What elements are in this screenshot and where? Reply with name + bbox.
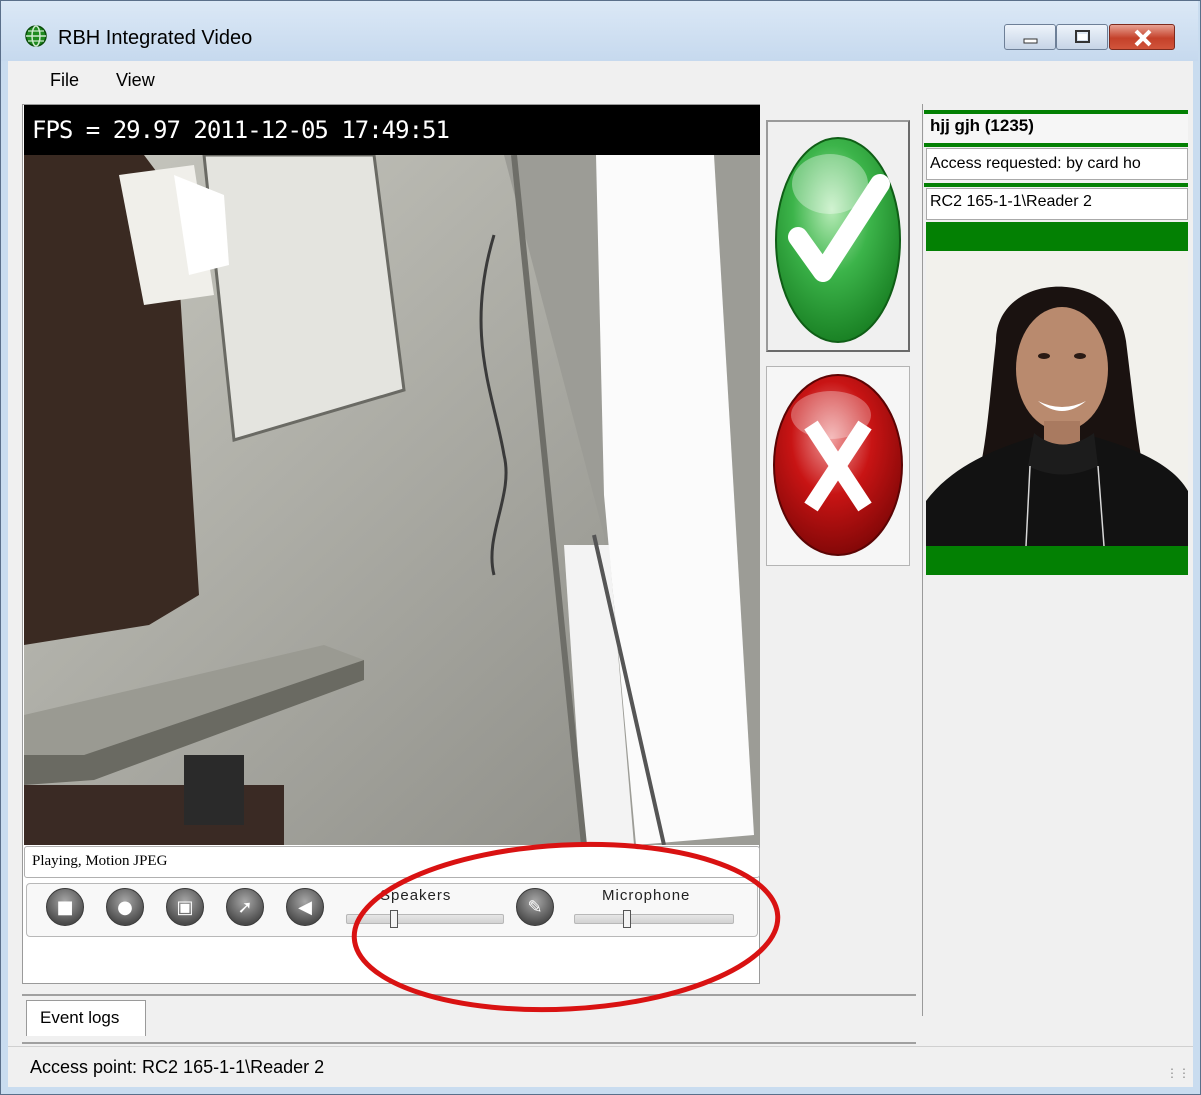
menu-file[interactable]: File (50, 70, 79, 91)
camera-feed[interactable] (24, 155, 760, 845)
indicator-bar (924, 143, 1188, 147)
maximize-button[interactable] (1056, 24, 1108, 50)
speakers-volume-slider[interactable] (346, 914, 504, 924)
microphone-slider-thumb[interactable] (623, 910, 631, 928)
green-checkmark-icon (775, 137, 901, 343)
arrow-icon: ➚ (237, 896, 253, 918)
red-x-icon (773, 374, 903, 556)
access-granted-indicator-bottom (926, 546, 1188, 575)
tab-event-logs-label: Event logs (40, 1008, 120, 1027)
resize-grip-icon[interactable]: ⋮⋮ (1166, 1066, 1190, 1080)
restore-icon (1075, 30, 1090, 43)
video-status-text: Playing, Motion JPEG (32, 853, 168, 869)
tab-strip (22, 994, 916, 1044)
speakers-label: Speakers (380, 887, 452, 904)
export-icon: ▣ (176, 896, 194, 918)
minimize-button[interactable] (1004, 24, 1056, 50)
microphone-icon: ✎ (527, 896, 543, 918)
deny-access-button[interactable] (766, 366, 910, 566)
speakers-slider-thumb[interactable] (390, 910, 398, 928)
status-bar-text: Access point: RC2 165-1-1\Reader 2 (30, 1057, 325, 1077)
snapshot-button[interactable]: ● (106, 888, 144, 926)
access-granted-indicator (926, 222, 1188, 251)
microphone-toggle-button[interactable]: ✎ (516, 888, 554, 926)
grant-access-button[interactable] (766, 120, 910, 352)
microphone-volume-slider[interactable] (574, 914, 734, 924)
reader-text: RC2 165-1-1\Reader 2 (930, 193, 1092, 210)
cardholder-photo (926, 251, 1188, 546)
menu-bar (8, 61, 1193, 99)
globe-app-icon (24, 24, 48, 48)
window-title: RBH Integrated Video (58, 27, 253, 49)
minimize-icon (1023, 38, 1038, 44)
video-timestamp-overlay: FPS = 29.97 2011-12-05 17:49:51 (32, 116, 450, 144)
speaker-icon: ◀ (298, 896, 312, 918)
menu-view[interactable]: View (116, 70, 155, 91)
close-button[interactable] (1109, 24, 1175, 50)
microphone-label: Microphone (602, 887, 691, 904)
export-button[interactable]: ▣ (166, 888, 204, 926)
camera-icon: ● (117, 896, 133, 918)
stop-button[interactable]: ■ (46, 888, 84, 926)
tab-divider (22, 1042, 916, 1044)
cardholder-name: hjj gjh (1235) (930, 116, 1034, 135)
stop-icon: ■ (56, 896, 74, 918)
close-icon (1134, 29, 1152, 47)
speaker-toggle-button[interactable]: ◀ (286, 888, 324, 926)
ptz-button[interactable]: ➚ (226, 888, 264, 926)
indicator-bar (924, 183, 1188, 187)
access-message-text: Access requested: by card ho (930, 155, 1141, 172)
